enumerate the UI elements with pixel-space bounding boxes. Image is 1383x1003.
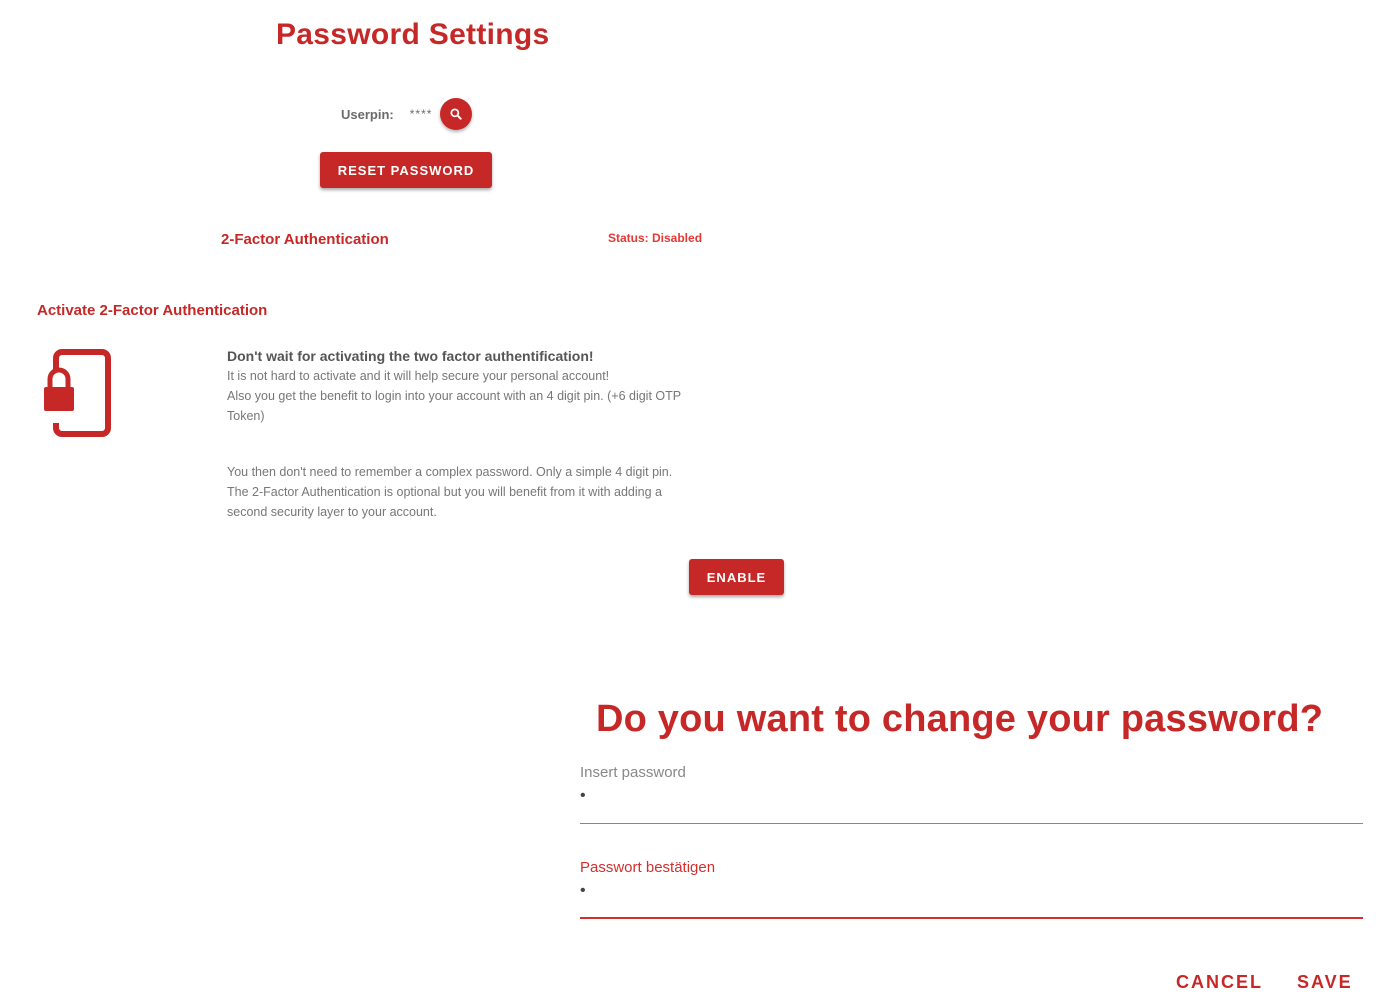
dialog-title: Do you want to change your password? [596, 698, 1324, 740]
tfa-status-badge: Status: Disabled [608, 231, 703, 245]
page-title: Password Settings [276, 18, 550, 51]
confirm-password-field[interactable]: • [580, 882, 586, 900]
reset-password-button[interactable]: RESET PASSWORD [320, 152, 492, 188]
search-icon [450, 108, 463, 120]
confirm-password-label: Passwort bestätigen [580, 859, 716, 876]
activate-tfa-heading: Activate 2-Factor Authentication [37, 302, 268, 319]
tfa-info-block: Don't wait for activating the two factor… [227, 348, 787, 522]
info-line: You then don't need to remember a comple… [227, 465, 673, 479]
info-paragraph-2: You then don't need to remember a comple… [227, 462, 787, 522]
userpin-label: Userpin: [341, 106, 394, 122]
confirm-password-underline [580, 917, 1363, 919]
password-field[interactable]: • [580, 787, 586, 805]
phone-lock-icon [42, 349, 111, 437]
info-line: Also you get the benefit to login into y… [227, 389, 682, 403]
password-field-underline [580, 823, 1363, 824]
info-title: Don't wait for activating the two factor… [227, 348, 594, 364]
info-line: The 2-Factor Authentication is optional … [227, 485, 662, 499]
info-line: It is not hard to activate and it will h… [227, 369, 610, 383]
info-line: Token) [227, 409, 265, 423]
userpin-row: Userpin: **** [341, 96, 473, 132]
tfa-label: 2-Factor Authentication [221, 231, 389, 248]
userpin-value: **** [409, 107, 433, 121]
cancel-button[interactable]: CANCEL [1176, 972, 1263, 993]
enable-tfa-button[interactable]: ENABLE [689, 559, 784, 595]
info-line: second security layer to your account. [227, 505, 437, 519]
save-button[interactable]: SAVE [1297, 972, 1353, 993]
search-userpin-button[interactable] [440, 98, 473, 130]
password-field-label: Insert password [580, 764, 686, 781]
